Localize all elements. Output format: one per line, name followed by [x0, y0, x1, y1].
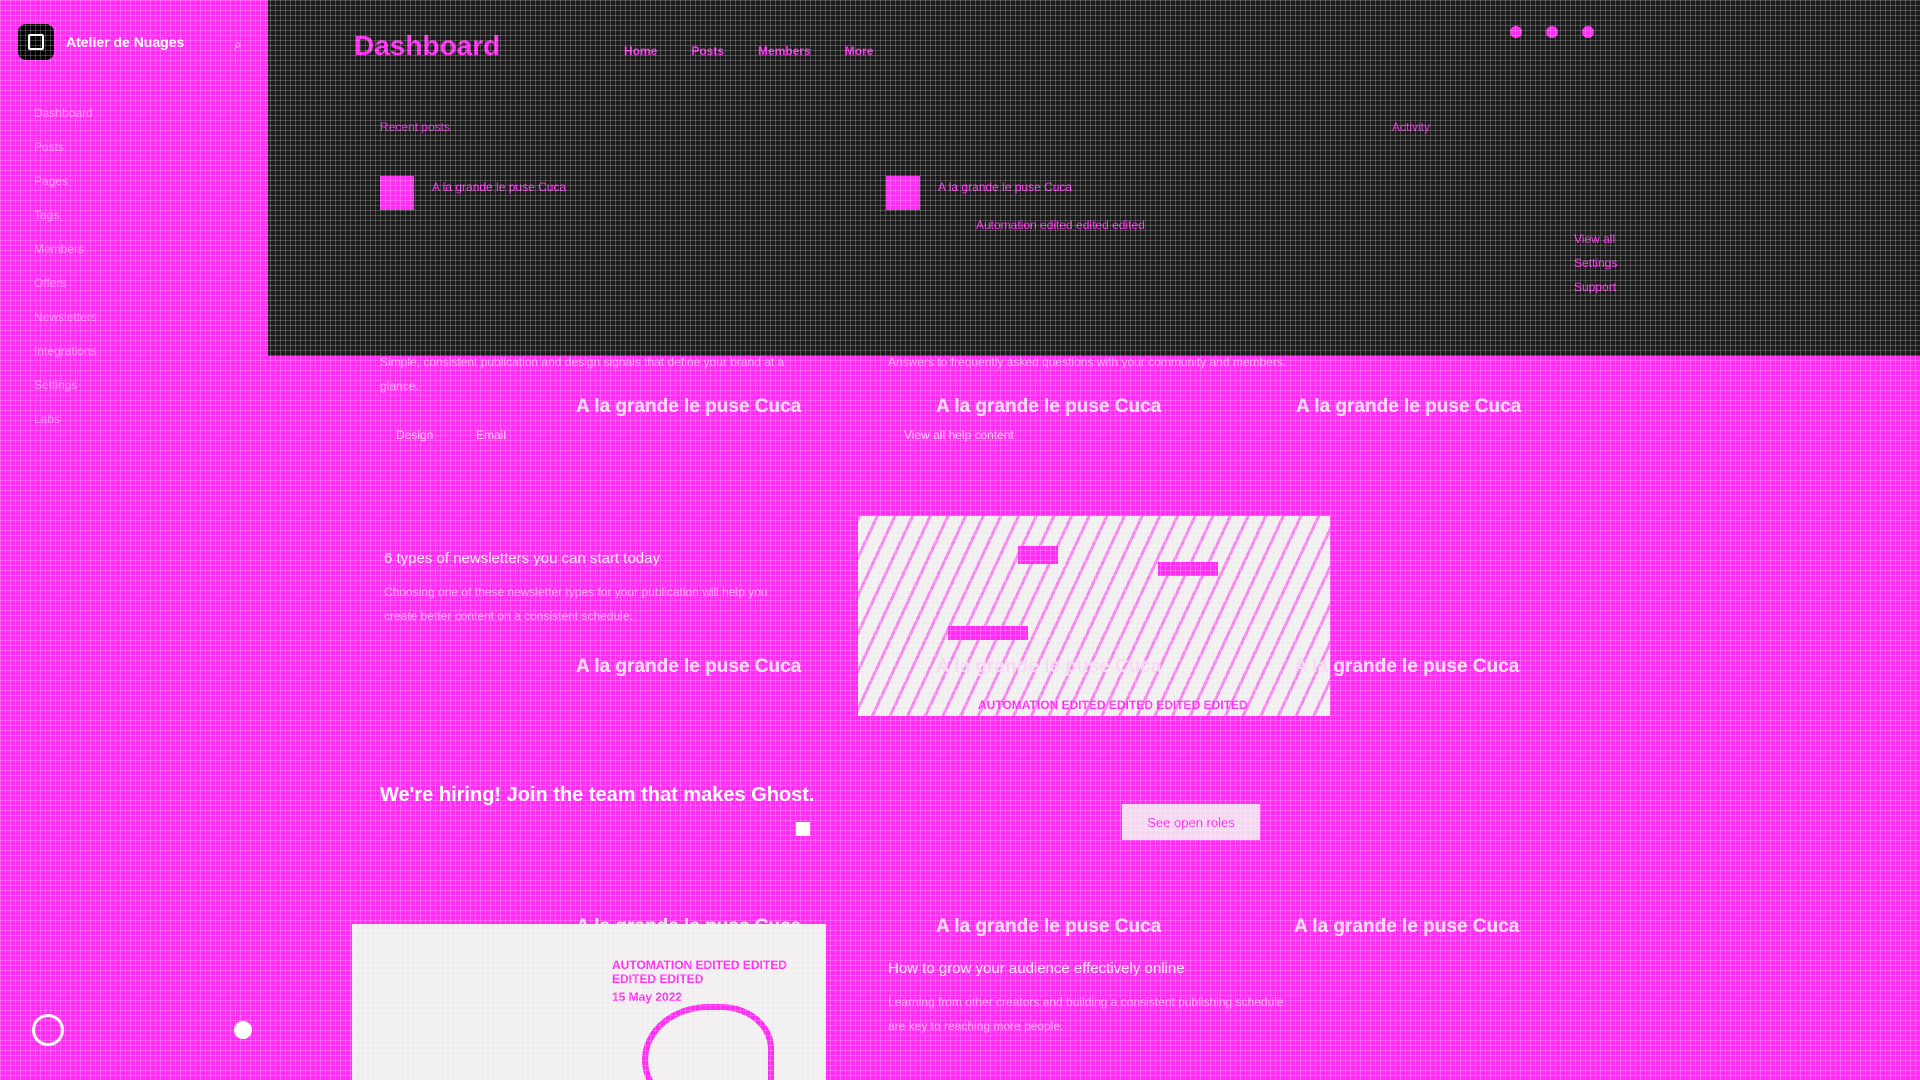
post-feature-image[interactable]: AUTOMATION EDITED EDITED EDITED EDITED: [858, 516, 1330, 716]
sidebar-footer: [32, 1014, 252, 1046]
header-tabs: Home Posts Members More: [624, 44, 873, 58]
intro-paragraph: Simple, consistent publication and desig…: [380, 355, 785, 393]
band-item-right-sub: Automation edited edited edited: [976, 218, 1145, 232]
activity-label: Activity: [1392, 120, 1431, 134]
post-thumbnail[interactable]: [886, 176, 920, 210]
band-item-left[interactable]: A la grande le puse Cuca: [432, 180, 566, 194]
settings-link[interactable]: Settings: [1574, 256, 1617, 270]
sidebar: Atelier de Nuages ⌕ Dashboard Posts Page…: [0, 0, 268, 1080]
tab-more[interactable]: More: [845, 44, 874, 58]
band-item-right[interactable]: A la grande le puse Cuca: [938, 180, 1072, 194]
logo-icon: [18, 24, 54, 60]
view-all-link[interactable]: View all: [1574, 232, 1615, 246]
faq-paragraph: Answers to frequently asked questions wi…: [888, 355, 1287, 369]
tag-design[interactable]: Design: [396, 428, 433, 442]
support-link[interactable]: Support: [1574, 280, 1616, 294]
newsletters-paragraph: Choosing one of these newsletter types f…: [384, 585, 768, 623]
top-dark-band: [268, 0, 1920, 356]
search-icon[interactable]: ⌕: [234, 36, 242, 53]
photo-caption: AUTOMATION EDITED EDITED EDITED EDITED: [978, 698, 1248, 712]
sidebar-item-pages[interactable]: Pages: [34, 164, 97, 198]
sidebar-item-posts[interactable]: Posts: [34, 130, 97, 164]
post-thumbnail[interactable]: [380, 176, 414, 210]
see-open-roles-button[interactable]: See open roles: [1122, 804, 1260, 840]
sidebar-nav: Dashboard Posts Pages Tags Members Offer…: [34, 96, 97, 436]
checkmark-icon: [796, 822, 810, 836]
card-meta: AUTOMATION EDITED EDITED EDITED EDITED: [612, 958, 787, 986]
view-help-link[interactable]: View all help content: [904, 428, 1014, 442]
header-icons: [1510, 26, 1594, 38]
ghost-title: A la grande le puse Cuca: [936, 916, 1162, 937]
dark-mode-toggle-icon[interactable]: [234, 1021, 252, 1039]
sidebar-item-labs[interactable]: Labs: [34, 402, 97, 436]
ghost-title: A la grande le puse Cuca: [576, 656, 802, 677]
sidebar-item-integrations[interactable]: Integrations: [34, 334, 97, 368]
tab-home[interactable]: Home: [624, 44, 657, 58]
notification-icon[interactable]: [1510, 26, 1522, 38]
sidebar-item-newsletters[interactable]: Newsletters: [34, 300, 97, 334]
tab-members[interactable]: Members: [758, 44, 811, 58]
sidebar-item-offers[interactable]: Offers: [34, 266, 97, 300]
hiring-banner: We're hiring! Join the team that makes G…: [380, 784, 815, 806]
heart-icon[interactable]: [1546, 26, 1558, 38]
brand[interactable]: Atelier de Nuages: [18, 24, 184, 60]
recent-posts-label: Recent posts: [380, 120, 451, 134]
sidebar-item-settings[interactable]: Settings: [34, 368, 97, 402]
image-shape: [642, 1004, 774, 1080]
ghost-title: A la grande le puse Cuca: [1296, 396, 1522, 417]
post-card-image[interactable]: [352, 924, 826, 1080]
post-paragraph: Learning from other creators and buildin…: [888, 995, 1284, 1033]
tab-posts[interactable]: Posts: [691, 44, 724, 58]
ghost-title: A la grande le puse Cuca: [936, 656, 1162, 677]
avatar[interactable]: [32, 1014, 64, 1046]
newsletters-title[interactable]: 6 types of newsletters you can start tod…: [384, 550, 660, 567]
brand-name: Atelier de Nuages: [66, 34, 185, 50]
sidebar-item-dashboard[interactable]: Dashboard: [34, 96, 97, 130]
sidebar-item-members[interactable]: Members: [34, 232, 97, 266]
post-title[interactable]: How to grow your audience effectively on…: [888, 960, 1185, 977]
tag-email[interactable]: Email: [476, 428, 506, 442]
card-date: 15 May 2022: [612, 990, 683, 1004]
ghost-title: A la grande le puse Cuca: [936, 396, 1162, 417]
ghost-title: A la grande le puse Cuca: [1294, 916, 1520, 937]
ghost-title: A la grande le puse Cuca: [576, 396, 802, 417]
rss-icon[interactable]: [1582, 26, 1594, 38]
page-title: Dashboard: [354, 30, 501, 61]
sidebar-item-tags[interactable]: Tags: [34, 198, 97, 232]
ghost-title: A la grande le puse Cuca: [1294, 656, 1520, 677]
